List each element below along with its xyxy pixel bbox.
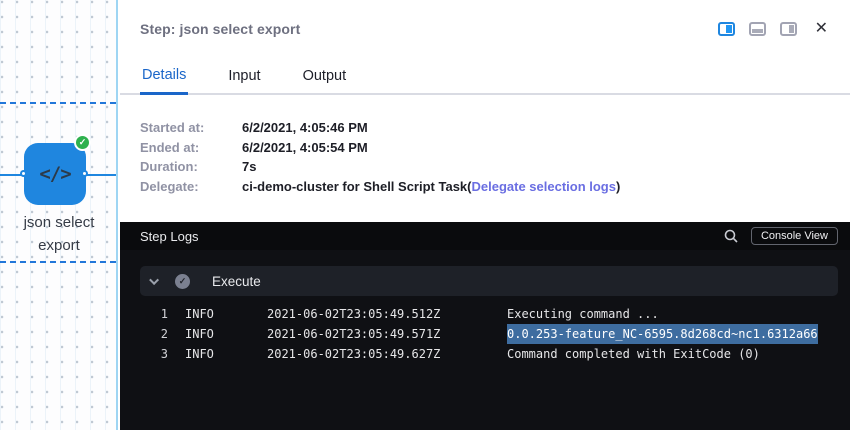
tab-output[interactable]: Output — [301, 68, 349, 93]
logs-title: Step Logs — [140, 229, 723, 244]
step-logs-console: Step Logs Console View Execute 1 INFO — [120, 222, 850, 430]
node-label: json select export — [0, 211, 118, 257]
logs-header: Step Logs Console View — [120, 222, 850, 250]
step-node-json-select-export[interactable] — [24, 143, 86, 205]
log-message: Executing command ... — [507, 304, 659, 324]
log-line: 1 INFO 2021-06-02T23:05:49.512Z Executin… — [120, 304, 850, 324]
log-lines: 1 INFO 2021-06-02T23:05:49.512Z Executin… — [120, 304, 850, 364]
tab-bar: Details Input Output — [120, 58, 850, 95]
console-view-button[interactable]: Console View — [751, 227, 838, 245]
panel-title: Step: json select export — [140, 21, 718, 37]
close-icon[interactable] — [815, 21, 828, 37]
step-detail-panel: Step: json select export Details Input O… — [120, 0, 850, 430]
log-message-highlighted: 0.0.253-feature_NC-6595.8d268cd~nc1.6312… — [507, 324, 818, 344]
detail-row-started: Started at: 6/2/2021, 4:05:46 PM — [140, 121, 850, 135]
stage-boundary-top — [0, 102, 116, 104]
tab-details[interactable]: Details — [140, 67, 188, 95]
log-section-execute[interactable]: Execute — [140, 266, 838, 296]
log-message: Command completed with ExitCode (0) — [507, 344, 760, 364]
split-pane-icon[interactable] — [718, 22, 735, 36]
line-number: 3 — [150, 344, 168, 364]
log-timestamp: 2021-06-02T23:05:49.627Z — [267, 344, 507, 364]
line-number: 1 — [150, 304, 168, 324]
log-line: 2 INFO 2021-06-02T23:05:49.571Z 0.0.253-… — [120, 324, 850, 344]
pipeline-canvas[interactable]: json select export — [0, 0, 118, 430]
node-port-left — [20, 170, 27, 177]
search-icon[interactable] — [723, 228, 739, 244]
app-root: json select export Step: json select exp… — [0, 0, 850, 430]
success-check-badge — [74, 134, 91, 151]
log-timestamp: 2021-06-02T23:05:49.512Z — [267, 304, 507, 324]
log-level: INFO — [185, 324, 267, 344]
node-port-right — [81, 170, 88, 177]
delegate-selection-logs-link[interactable]: Delegate selection logs — [471, 179, 616, 194]
detail-row-ended: Ended at: 6/2/2021, 4:05:54 PM — [140, 141, 850, 155]
right-pane-icon[interactable] — [780, 22, 797, 36]
line-number: 2 — [150, 324, 168, 344]
log-level: INFO — [185, 304, 267, 324]
chevron-down-icon[interactable] — [149, 275, 159, 285]
detail-row-delegate: Delegate: ci-demo-cluster for Shell Scri… — [140, 180, 850, 194]
stage-boundary-bottom — [0, 261, 116, 263]
panel-layout-controls — [718, 21, 828, 37]
check-circle-icon — [175, 274, 190, 289]
details-section: Started at: 6/2/2021, 4:05:46 PM Ended a… — [120, 95, 850, 193]
code-icon — [24, 143, 86, 205]
delegate-value: ci-demo-cluster for Shell Script Task(De… — [242, 180, 620, 194]
panel-header: Step: json select export — [120, 0, 850, 58]
detail-row-duration: Duration: 7s — [140, 160, 850, 174]
tab-input[interactable]: Input — [226, 68, 262, 93]
log-line: 3 INFO 2021-06-02T23:05:49.627Z Command … — [120, 344, 850, 364]
bottom-pane-icon[interactable] — [749, 22, 766, 36]
log-timestamp: 2021-06-02T23:05:49.571Z — [267, 324, 507, 344]
log-section-label: Execute — [212, 274, 261, 289]
log-level: INFO — [185, 344, 267, 364]
